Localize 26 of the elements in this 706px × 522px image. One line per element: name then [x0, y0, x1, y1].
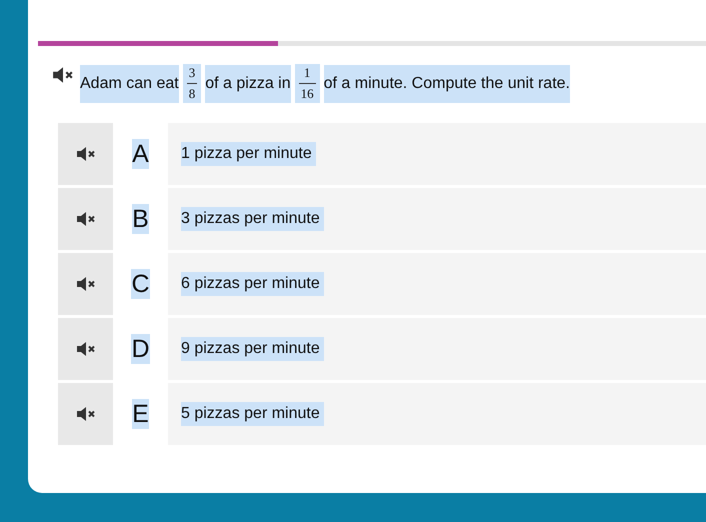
answer-option[interactable]: E 5 pizzas per minute [58, 383, 706, 445]
fraction: 3 8 [182, 64, 202, 103]
answer-option[interactable]: C 6 pizzas per minute [58, 253, 706, 315]
fraction: 1 16 [294, 64, 320, 103]
option-text: 6 pizzas per minute [181, 272, 324, 296]
option-text: 5 pizzas per minute [181, 402, 324, 426]
mute-icon[interactable] [76, 211, 96, 227]
answer-option[interactable]: A 1 pizza per minute [58, 123, 706, 185]
option-text: 3 pizzas per minute [181, 207, 324, 231]
option-letter: C [131, 269, 150, 299]
option-letter: D [131, 334, 150, 364]
option-letter: B [132, 204, 149, 234]
mute-icon[interactable] [76, 341, 96, 357]
option-letter: E [132, 399, 149, 429]
question-text: of a pizza in [205, 64, 291, 102]
option-letter: A [132, 139, 149, 169]
answer-option[interactable]: B 3 pizzas per minute [58, 188, 706, 250]
mute-icon[interactable] [52, 66, 74, 84]
option-text: 9 pizzas per minute [181, 337, 324, 361]
mute-icon[interactable] [76, 146, 96, 162]
question-text: of a minute. Compute the unit rate. [324, 64, 570, 102]
option-text: 1 pizza per minute [181, 142, 316, 166]
mute-icon[interactable] [76, 406, 96, 422]
question-text: Adam can eat [80, 64, 179, 102]
answer-option[interactable]: D 9 pizzas per minute [58, 318, 706, 380]
mute-icon[interactable] [76, 276, 96, 292]
